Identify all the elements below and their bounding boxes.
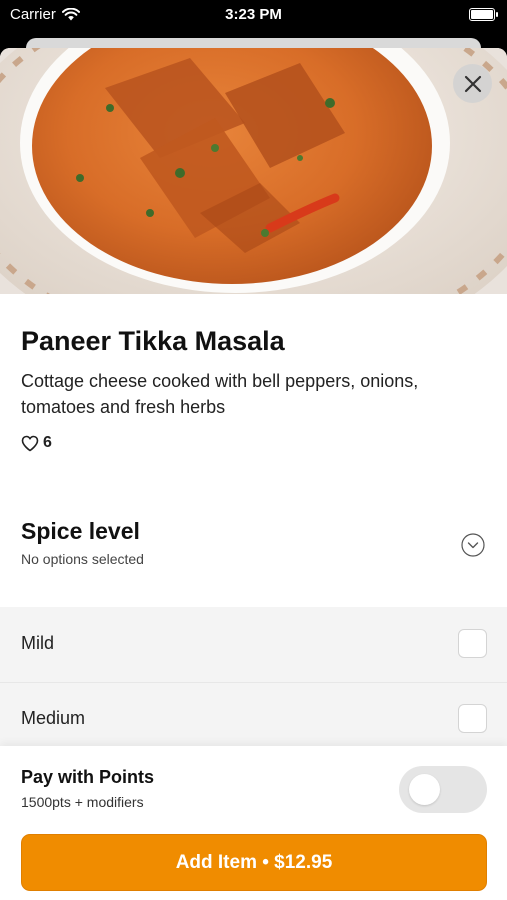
option-mild[interactable]: Mild — [0, 607, 507, 683]
spice-level-title: Spice level — [21, 518, 140, 544]
likes[interactable]: 6 — [21, 434, 52, 452]
spice-options: Mild Medium — [0, 607, 507, 757]
option-label: Medium — [21, 708, 86, 728]
mild-checkbox[interactable] — [458, 629, 487, 658]
option-label: Mild — [21, 633, 55, 653]
footer: Pay with Points 1500pts + modifiers Add … — [0, 746, 507, 900]
spice-level-subtitle: No options selected — [21, 551, 144, 567]
toggle-knob — [409, 774, 440, 805]
item-title: Paneer Tikka Masala — [21, 326, 285, 356]
item-detail-sheet: Paneer Tikka Masala Cottage cheese cooke… — [0, 48, 507, 900]
close-icon — [464, 75, 481, 92]
chevron-down-icon[interactable] — [461, 533, 485, 557]
medium-checkbox[interactable] — [458, 704, 487, 733]
status-bar: Carrier 3:23 PM — [0, 0, 507, 30]
pay-with-points-title: Pay with Points — [21, 767, 155, 787]
likes-count: 6 — [43, 434, 52, 451]
clock: 3:23 PM — [225, 6, 282, 23]
food-photo — [0, 48, 507, 294]
item-description: Cottage cheese cooked with bell peppers,… — [21, 371, 419, 417]
pay-with-points-subtitle: 1500pts + modifiers — [21, 794, 144, 810]
spice-level-header[interactable]: Spice level No options selected — [21, 518, 144, 567]
add-item-button[interactable]: Add Item • $12.95 — [21, 834, 487, 891]
heart-icon — [21, 435, 39, 451]
pay-with-points-toggle[interactable] — [399, 766, 487, 813]
battery-icon — [469, 8, 498, 21]
close-button[interactable] — [453, 64, 492, 103]
